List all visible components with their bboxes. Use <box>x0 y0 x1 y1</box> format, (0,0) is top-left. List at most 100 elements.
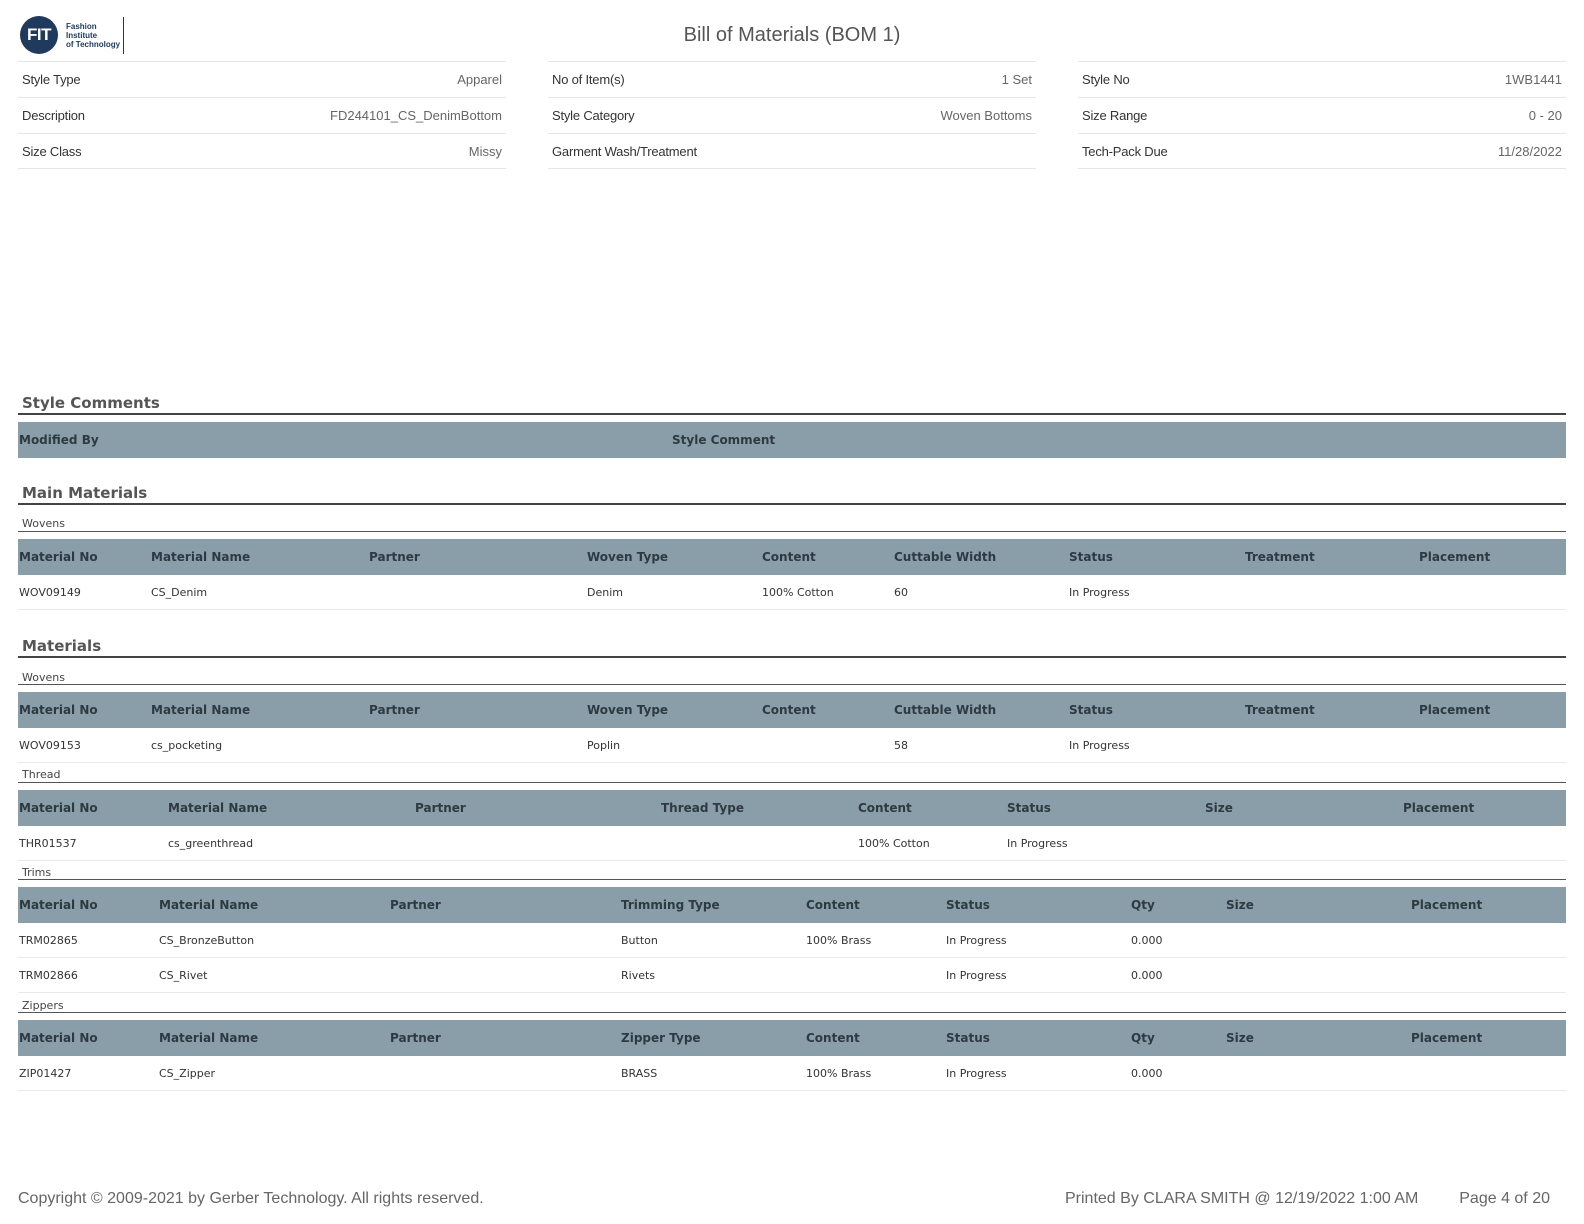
section-title-materials: Materials <box>22 637 102 655</box>
column-header: Partner <box>390 1031 441 1045</box>
column-header: Thread Type <box>661 801 744 815</box>
column-header: Status <box>1069 550 1113 564</box>
column-header: Size <box>1226 1031 1254 1045</box>
table-row: THR01537 cs_greenthread 100% Cotton In P… <box>18 826 1566 861</box>
header-value: FD244101_CS_DenimBottom <box>330 108 502 123</box>
column-header: Partner <box>415 801 466 815</box>
header-value: Woven Bottoms <box>940 108 1032 123</box>
cell-material-name: CS_Denim <box>151 585 208 599</box>
header-label: Size Class <box>22 143 82 159</box>
section-title-main-materials: Main Materials <box>22 484 148 502</box>
cell-cuttable-width: 58 <box>894 738 908 752</box>
header-row-style-category: Style Category Woven Bottoms <box>548 97 1036 133</box>
zippers-table-header: Material No Material Name Partner Zipper… <box>18 1020 1566 1056</box>
column-header: Treatment <box>1245 703 1315 717</box>
header-value: Missy <box>468 143 502 159</box>
cell-material-no: THR01537 <box>19 836 77 850</box>
cell-material-no: ZIP01427 <box>19 1066 72 1080</box>
subsection-title-thread: Thread <box>22 768 61 781</box>
cell-material-no: TRM02866 <box>19 968 78 982</box>
cell-content: 100% Cotton <box>762 585 834 599</box>
header-row-tech-pack-due: Tech-Pack Due 11/28/2022 <box>1078 133 1566 169</box>
table-row: WOV09149 CS_Denim Denim 100% Cotton 60 I… <box>18 575 1566 610</box>
column-header: Woven Type <box>587 703 669 717</box>
section-rule <box>18 656 1566 658</box>
column-header: Material Name <box>151 550 251 564</box>
table-row: WOV09153 cs_pocketing Poplin 58 In Progr… <box>18 728 1566 763</box>
table-row: TRM02865 CS_BronzeButton Button 100% Bra… <box>18 923 1566 958</box>
page-title: Bill of Materials (BOM 1) <box>683 24 901 46</box>
column-header: Content <box>858 801 912 815</box>
footer-page-number: Page 4 of 20 <box>1459 1190 1550 1207</box>
column-header: Placement <box>1403 801 1475 815</box>
subsection-rule <box>18 879 1566 880</box>
column-header: Modified By <box>19 433 99 447</box>
cell-cuttable-width: 60 <box>894 585 908 599</box>
column-header: Status <box>1007 801 1051 815</box>
column-header: Style Comment <box>672 433 776 447</box>
column-header: Material Name <box>159 898 259 912</box>
header-label: Style No <box>1082 72 1130 87</box>
cell-material-name: cs_greenthread <box>168 836 254 850</box>
section-rule <box>18 503 1566 505</box>
cell-qty: 0.000 <box>1131 933 1163 947</box>
table-row: ZIP01427 CS_Zipper BRASS 100% Brass In P… <box>18 1056 1566 1091</box>
cell-material-name: CS_Zipper <box>159 1066 216 1080</box>
column-header: Placement <box>1419 550 1491 564</box>
column-header: Size <box>1226 898 1254 912</box>
column-header: Treatment <box>1245 550 1315 564</box>
column-header: Status <box>946 1031 990 1045</box>
cell-zipper-type: BRASS <box>621 1066 658 1080</box>
column-header: Size <box>1205 801 1233 815</box>
cell-status: In Progress <box>946 1066 1007 1080</box>
section-title-style-comments: Style Comments <box>22 394 160 412</box>
cell-material-name: CS_BronzeButton <box>159 933 255 947</box>
header-label: Size Range <box>1082 108 1148 123</box>
column-header: Status <box>946 898 990 912</box>
subsection-title-wovens: Wovens <box>22 671 65 684</box>
cell-qty: 0.000 <box>1131 968 1163 982</box>
thread-table-header: Material No Material Name Partner Thread… <box>18 790 1566 826</box>
cell-trimming-type: Button <box>621 933 658 947</box>
column-header: Content <box>762 550 816 564</box>
column-header: Placement <box>1411 1031 1483 1045</box>
column-header: Material No <box>19 1031 98 1045</box>
subsection-title-trims: Trims <box>22 866 52 879</box>
column-header: Material Name <box>151 703 251 717</box>
header-column-2: No of Item(s) 1 Set Style Category Woven B… <box>548 61 1036 169</box>
cell-status: In Progress <box>946 933 1007 947</box>
column-header: Material No <box>19 550 98 564</box>
header-row-style-no: Style No 1WB1441 <box>1078 61 1566 97</box>
subsection-rule <box>18 684 1566 685</box>
column-header: Material No <box>19 898 98 912</box>
subsection-title-zippers: Zippers <box>22 999 64 1012</box>
column-header: Material No <box>19 801 98 815</box>
column-header: Partner <box>390 898 441 912</box>
column-header: Zipper Type <box>621 1031 701 1045</box>
header-row-no-of-items: No of Item(s) 1 Set <box>548 61 1036 97</box>
column-header: Qty <box>1131 898 1155 912</box>
subsection-rule <box>18 782 1566 783</box>
header-value: 1 Set <box>1001 72 1032 87</box>
header-row-size-class: Size Class Missy <box>18 133 506 169</box>
column-header: Trimming Type <box>621 898 720 912</box>
header-row-garment-wash: Garment Wash/Treatment <box>548 133 1036 169</box>
header-value: 11/28/2022 <box>1497 143 1562 159</box>
header-row-size-range: Size Range 0 - 20 <box>1078 97 1566 133</box>
column-header: Partner <box>369 703 420 717</box>
style-comments-header: Modified By Style Comment <box>18 422 1566 458</box>
cell-content: 100% Brass <box>806 1066 872 1080</box>
column-header: Material No <box>19 703 98 717</box>
cell-material-no: TRM02865 <box>19 933 78 947</box>
column-header: Partner <box>369 550 420 564</box>
column-header: Placement <box>1411 898 1483 912</box>
section-rule <box>18 413 1566 415</box>
style-header-grid: Style Type Apparel Description FD244101_CS… <box>18 61 1566 169</box>
cell-woven-type: Poplin <box>587 738 621 752</box>
subsection-rule <box>18 531 1566 532</box>
cell-material-no: WOV09153 <box>19 738 81 752</box>
column-header: Placement <box>1419 703 1491 717</box>
cell-status: In Progress <box>1069 738 1130 752</box>
cell-content: 100% Cotton <box>858 836 930 850</box>
header-column-3: Style No 1WB1441 Size Range 0 - 20 Tech-Pa… <box>1078 61 1566 169</box>
